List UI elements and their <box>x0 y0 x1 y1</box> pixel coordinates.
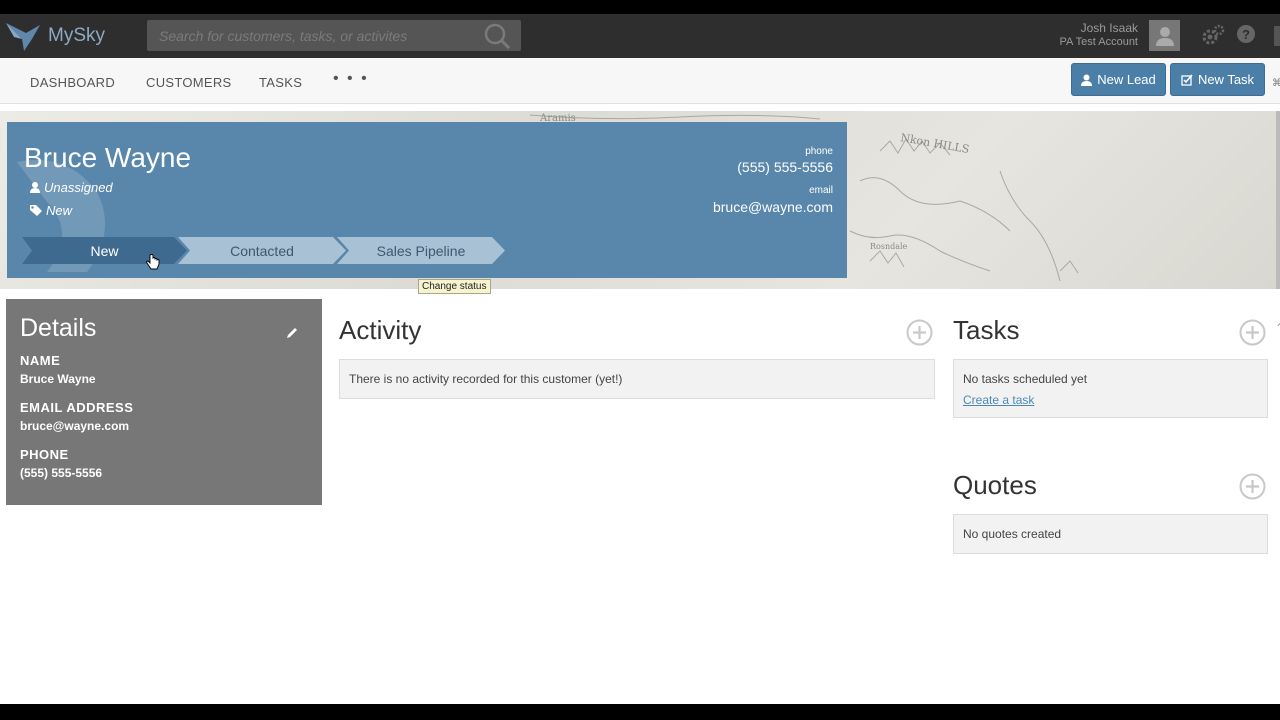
menu-edge-icon[interactable] <box>1274 26 1280 46</box>
new-task-label: New Task <box>1197 72 1255 87</box>
stage-new-label: New <box>90 242 119 259</box>
user-info[interactable]: Josh Isaak PA Test Account <box>1060 21 1138 49</box>
app-name: MySky <box>48 25 105 46</box>
customer-tag[interactable]: New <box>30 203 72 218</box>
add-quote-icon[interactable] <box>1239 473 1266 500</box>
name-value: Bruce Wayne <box>20 372 96 386</box>
phone-label: phone <box>805 146 833 157</box>
assignee-label: Unassigned <box>44 180 113 195</box>
nav-bar: DASHBOARD CUSTOMERS TASKS • • • New Lead… <box>0 58 1280 104</box>
status-tooltip: Change status <box>418 279 491 294</box>
email-value[interactable]: bruce@wayne.com <box>713 199 833 215</box>
name-label: NAME <box>20 353 61 368</box>
user-account: PA Test Account <box>1059 36 1138 48</box>
quotes-title: Quotes <box>953 470 1037 500</box>
details-panel: Details NAME Bruce Wayne EMAIL ADDRESS b… <box>6 299 322 505</box>
app-window: MySky Josh Isaak PA Test Account <box>0 14 1280 704</box>
stage-contacted-label: Contacted <box>230 242 294 259</box>
scroll-edge-icon[interactable]: ⌃ <box>1275 321 1280 335</box>
stage-sales-pipeline[interactable]: Sales Pipeline <box>337 237 505 264</box>
avatar[interactable] <box>1149 20 1180 51</box>
user-icon <box>1081 74 1093 86</box>
svg-text:?: ? <box>1242 27 1250 42</box>
email-address-value: bruce@wayne.com <box>20 419 130 433</box>
activity-empty-message: There is no activity recorded for this c… <box>339 359 935 399</box>
phone-value[interactable]: (555) 555-5556 <box>737 159 833 175</box>
pencil-icon[interactable] <box>286 327 298 339</box>
user-avatar-icon <box>1155 26 1174 46</box>
new-lead-label: New Lead <box>1097 72 1156 87</box>
email-label: email <box>809 185 833 196</box>
search-icon[interactable] <box>479 23 515 49</box>
app-logo[interactable]: MySky <box>4 18 105 54</box>
user-name: Josh Isaak <box>1080 21 1138 35</box>
details-title: Details <box>20 314 97 342</box>
tag-icon <box>30 205 42 216</box>
stage-contacted[interactable]: Contacted <box>178 237 346 264</box>
nav-customers[interactable]: CUSTOMERS <box>146 75 232 90</box>
svg-text:Nkon HILLS: Nkon HILLS <box>899 131 970 156</box>
tasks-title: Tasks <box>953 315 1020 345</box>
customer-header-card: Bruce Wayne Unassigned New phone (555) 5… <box>7 122 847 278</box>
add-activity-icon[interactable] <box>906 319 933 346</box>
svg-text:Rosndale: Rosndale <box>870 242 908 251</box>
search-bar <box>147 20 521 51</box>
tag-label: New <box>46 203 73 218</box>
create-task-link[interactable]: Create a task <box>963 393 1258 407</box>
stage-new[interactable]: New <box>22 237 187 264</box>
tasks-box: No tasks scheduled yet Create a task <box>953 359 1268 418</box>
search-input[interactable] <box>147 20 477 51</box>
new-lead-button[interactable]: New Lead <box>1071 63 1166 96</box>
bird-logo-icon <box>6 23 40 51</box>
add-task-icon[interactable] <box>1239 319 1266 346</box>
phone-number-label: PHONE <box>20 447 69 462</box>
stage-sales-pipeline-label: Sales Pipeline <box>376 242 466 259</box>
nav-tasks[interactable]: TASKS <box>259 75 302 90</box>
new-task-button[interactable]: New Task <box>1170 63 1265 96</box>
nav-edge-icon[interactable]: ⌘ <box>1272 78 1280 89</box>
assignee[interactable]: Unassigned <box>30 180 113 195</box>
email-address-label: EMAIL ADDRESS <box>20 400 134 415</box>
quotes-empty-message: No quotes created <box>953 514 1268 554</box>
hand-cursor-icon <box>146 254 160 270</box>
gear-icon[interactable] <box>1200 23 1226 49</box>
nav-dashboard[interactable]: DASHBOARD <box>30 75 115 90</box>
checkbox-edit-icon <box>1181 74 1193 86</box>
activity-title: Activity <box>339 315 422 345</box>
help-icon[interactable]: ? <box>1236 24 1256 44</box>
user-icon <box>30 182 40 193</box>
customer-name: Bruce Wayne <box>24 142 192 173</box>
tasks-empty-message: No tasks scheduled yet <box>963 372 1088 386</box>
phone-number-value: (555) 555-5556 <box>20 466 103 480</box>
top-bar: MySky Josh Isaak PA Test Account <box>0 14 1280 58</box>
nav-more-button[interactable]: • • • <box>333 70 369 88</box>
